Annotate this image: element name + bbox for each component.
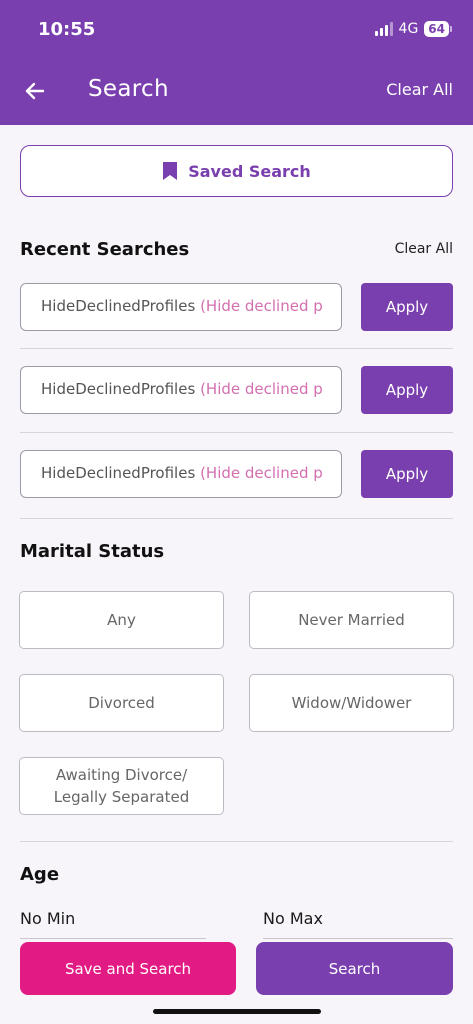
age-max-select[interactable]: No Max: [263, 909, 323, 928]
saved-search-button[interactable]: Saved Search: [20, 145, 453, 197]
apply-button[interactable]: Apply: [361, 366, 453, 414]
recent-search-desc: (Hide declined p: [200, 464, 323, 482]
signal-icon: [374, 22, 393, 36]
saved-search-label: Saved Search: [188, 161, 311, 181]
clear-all-button[interactable]: Clear All: [386, 80, 453, 99]
divider: [20, 348, 453, 349]
age-min-underline: [20, 938, 206, 939]
divider: [20, 432, 453, 433]
chip-label-line-1: Awaiting Divorce/: [55, 766, 188, 784]
bookmark-icon: [163, 162, 178, 180]
apply-button[interactable]: Apply: [361, 283, 453, 331]
home-indicator: [153, 1009, 321, 1014]
app-header: 10:55 4G 64 Search Clear All: [0, 0, 473, 125]
back-button[interactable]: [20, 76, 50, 106]
recent-search-field[interactable]: HideDeclinedProfiles (Hide declined p: [20, 450, 342, 498]
marital-option-never-married[interactable]: Never Married: [249, 591, 454, 649]
recent-search-desc: (Hide declined p: [200, 380, 323, 398]
age-min-select[interactable]: No Min: [20, 909, 75, 928]
recent-search-name: HideDeclinedProfiles: [41, 297, 196, 315]
marital-option-widow[interactable]: Widow/Widower: [249, 674, 454, 732]
arrow-left-icon: [25, 82, 45, 100]
recent-search-field[interactable]: HideDeclinedProfiles (Hide declined p: [20, 366, 342, 414]
age-title: Age: [20, 864, 60, 885]
recent-search-row: HideDeclinedProfiles (Hide declined p Ap…: [20, 366, 453, 414]
recent-searches-title: Recent Searches: [20, 239, 190, 260]
page-title: Search: [88, 76, 169, 102]
marital-option-divorced[interactable]: Divorced: [19, 674, 224, 732]
recent-search-name: HideDeclinedProfiles: [41, 464, 196, 482]
apply-button[interactable]: Apply: [361, 450, 453, 498]
recent-search-desc: (Hide declined p: [200, 297, 323, 315]
marital-option-any[interactable]: Any: [19, 591, 224, 649]
divider: [20, 841, 453, 842]
network-label: 4G: [398, 21, 419, 37]
status-indicators: 4G 64: [374, 21, 452, 37]
search-button[interactable]: Search: [256, 942, 453, 995]
save-and-search-button[interactable]: Save and Search: [20, 942, 236, 995]
marital-option-awaiting-divorce[interactable]: Awaiting Divorce/ Legally Separated: [19, 757, 224, 815]
marital-status-title: Marital Status: [20, 541, 165, 562]
recent-search-name: HideDeclinedProfiles: [41, 380, 196, 398]
battery-icon: 64: [424, 21, 452, 37]
recent-search-row: HideDeclinedProfiles (Hide declined p Ap…: [20, 450, 453, 498]
status-time: 10:55: [38, 19, 96, 40]
age-max-underline: [263, 938, 453, 939]
recent-search-field[interactable]: HideDeclinedProfiles (Hide declined p: [20, 283, 342, 331]
recent-clear-all-button[interactable]: Clear All: [395, 241, 453, 257]
recent-search-row: HideDeclinedProfiles (Hide declined p Ap…: [20, 283, 453, 331]
divider: [20, 518, 453, 519]
chip-label-line-2: Legally Separated: [53, 788, 190, 806]
